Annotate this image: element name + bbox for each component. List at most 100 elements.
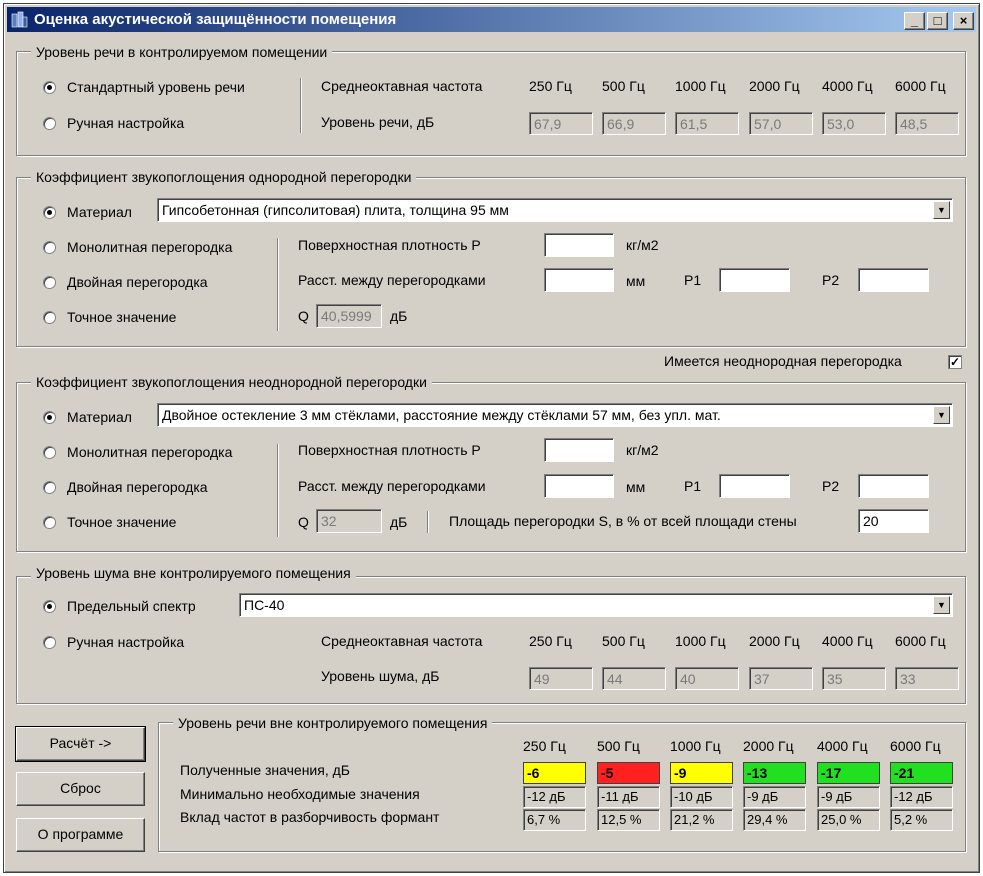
- inhomog-density-unit: кг/м2: [626, 442, 659, 458]
- radio-homog-mono[interactable]: [43, 241, 56, 254]
- speech-freq-header: 500 Гц: [602, 78, 645, 94]
- inhomog-checkbox[interactable]: ✓: [948, 355, 962, 369]
- result-contribution-value: 5,2 %: [890, 809, 953, 831]
- homog-p2-input[interactable]: [858, 268, 929, 292]
- speech-level-legend: Уровень речи в контролируемом помещении: [31, 43, 333, 61]
- result-contribution-value: 12,5 %: [597, 809, 660, 831]
- result-obtained-value: -17: [817, 762, 880, 784]
- result-freq-header: 4000 Гц: [817, 738, 868, 754]
- result-row3-label: Вклад частот в разборчивость формант: [180, 809, 440, 825]
- radio-manual-speech-label[interactable]: Ручная настройка: [67, 115, 184, 131]
- homog-p2-label: P2: [822, 272, 840, 288]
- homog-dist-unit: мм: [626, 273, 646, 289]
- radio-noise-manual-label[interactable]: Ручная настройка: [67, 634, 184, 650]
- result-obtained-value: -21: [890, 762, 953, 784]
- maximize-button[interactable]: □: [927, 12, 948, 30]
- inhomog-dist-input[interactable]: [544, 474, 614, 498]
- noise-freq-header: 250 Гц: [529, 633, 572, 649]
- result-freq-header: 1000 Гц: [670, 738, 721, 754]
- radio-homog-exact-label[interactable]: Точное значение: [67, 309, 176, 325]
- speech-freq-header: 2000 Гц: [749, 78, 800, 94]
- app-building-icon: [11, 11, 28, 28]
- inhomog-q-field: 32: [316, 509, 382, 533]
- radio-standard-speech-label[interactable]: Стандартный уровень речи: [67, 79, 245, 95]
- result-freq-header: 2000 Гц: [743, 738, 794, 754]
- radio-standard-speech[interactable]: [43, 81, 56, 94]
- radio-homog-material-label[interactable]: Материал: [67, 204, 132, 220]
- noise-level-field: 44: [602, 667, 666, 690]
- homog-q-unit: дБ: [390, 308, 408, 324]
- homog-p1-input[interactable]: [719, 268, 790, 292]
- inhomog-material-value: Двойное остекление 3 мм стёклами, рассто…: [162, 407, 721, 423]
- dropdown-arrow-icon[interactable]: ▼: [933, 596, 950, 614]
- inhomog-density-label: Поверхностная плотность P: [298, 442, 481, 458]
- dropdown-arrow-icon[interactable]: ▼: [933, 406, 950, 424]
- radio-noise-spectrum[interactable]: [43, 600, 56, 613]
- separator: [427, 511, 429, 533]
- inhomog-dist-label: Расст. между перегородками: [298, 478, 486, 494]
- result-minimum-value: -9 дБ: [817, 786, 880, 808]
- dropdown-arrow-icon[interactable]: ▼: [933, 201, 950, 219]
- reset-button[interactable]: Сброс: [16, 772, 145, 806]
- result-legend: Уровень речи вне контролируемого помещен…: [173, 714, 493, 732]
- calculate-button[interactable]: Расчёт ->: [15, 726, 146, 762]
- radio-homog-double[interactable]: [43, 276, 56, 289]
- inhomog-p2-input[interactable]: [858, 474, 929, 498]
- inhomog-area-label: Площадь перегородки S, в % от всей площа…: [449, 513, 797, 529]
- noise-level-field: 37: [749, 667, 813, 690]
- title-bar[interactable]: Оценка акустической защищённости помещен…: [7, 7, 976, 32]
- radio-inhomog-material-label[interactable]: Материал: [67, 409, 132, 425]
- close-button[interactable]: ×: [953, 12, 974, 30]
- inhomog-density-input[interactable]: [544, 438, 614, 462]
- noise-spectrum-select[interactable]: ПС-40 ▼: [239, 593, 953, 617]
- radio-homog-material[interactable]: [43, 206, 56, 219]
- noise-level-field: 33: [895, 667, 959, 690]
- noise-level-field: 40: [675, 667, 739, 690]
- inhomog-p1-label: P1: [684, 478, 702, 494]
- noise-freq-header: 500 Гц: [602, 633, 645, 649]
- radio-homog-double-label[interactable]: Двойная перегородка: [67, 274, 208, 290]
- noise-level-legend: Уровень шума вне контролируемого помещен…: [31, 564, 356, 582]
- radio-homog-mono-label[interactable]: Монолитная перегородка: [67, 239, 232, 255]
- homog-dist-input[interactable]: [544, 268, 614, 292]
- noise-freq-header: 4000 Гц: [822, 633, 873, 649]
- radio-inhomog-mono[interactable]: [43, 446, 56, 459]
- radio-manual-speech[interactable]: [43, 117, 56, 130]
- speech-level-field: 67,9: [529, 112, 593, 135]
- noise-level-field: 35: [822, 667, 886, 690]
- homog-partition-legend: Коэффициент звукопоглощения однородной п…: [31, 168, 417, 186]
- homog-q-label: Q: [298, 308, 309, 324]
- radio-homog-exact[interactable]: [43, 311, 56, 324]
- noise-freq-header: 1000 Гц: [675, 633, 726, 649]
- speech-freq-header: 4000 Гц: [822, 78, 873, 94]
- inhomog-material-select[interactable]: Двойное остекление 3 мм стёклами, рассто…: [157, 403, 953, 427]
- inhomog-p1-input[interactable]: [719, 474, 790, 498]
- radio-inhomog-material[interactable]: [43, 411, 56, 424]
- homog-density-input[interactable]: [544, 233, 614, 257]
- homog-p1-label: P1: [684, 272, 702, 288]
- minimize-button[interactable]: _: [904, 12, 925, 30]
- noise-freq-header: 6000 Гц: [895, 633, 946, 649]
- result-freq-header: 6000 Гц: [890, 738, 941, 754]
- speech-level-field: 66,9: [602, 112, 666, 135]
- radio-inhomog-double-label[interactable]: Двойная перегородка: [67, 479, 208, 495]
- about-button[interactable]: О программе: [16, 818, 145, 852]
- radio-inhomog-double[interactable]: [43, 481, 56, 494]
- radio-inhomog-exact-label[interactable]: Точное значение: [67, 514, 176, 530]
- radio-inhomog-mono-label[interactable]: Монолитная перегородка: [67, 444, 232, 460]
- radio-inhomog-exact[interactable]: [43, 516, 56, 529]
- radio-noise-spectrum-label[interactable]: Предельный спектр: [67, 598, 196, 614]
- separator: [300, 78, 302, 133]
- inhomog-checkbox-label[interactable]: Имеется неоднородная перегородка: [664, 353, 902, 369]
- noise-level-label: Уровень шума, дБ: [321, 668, 440, 684]
- result-obtained-value: -5: [597, 762, 660, 784]
- homog-material-select[interactable]: Гипсобетонная (гипсолитовая) плита, толщ…: [157, 198, 953, 222]
- speech-freq-header: 1000 Гц: [675, 78, 726, 94]
- result-contribution-value: 6,7 %: [523, 809, 586, 831]
- homog-dist-label: Расст. между перегородками: [298, 272, 486, 288]
- result-row2-label: Минимально необходимые значения: [180, 786, 420, 802]
- radio-noise-manual[interactable]: [43, 636, 56, 649]
- inhomog-area-input[interactable]: 20: [858, 509, 929, 533]
- result-minimum-value: -10 дБ: [670, 786, 733, 808]
- freq-label: Среднеоктавная частота: [321, 78, 483, 94]
